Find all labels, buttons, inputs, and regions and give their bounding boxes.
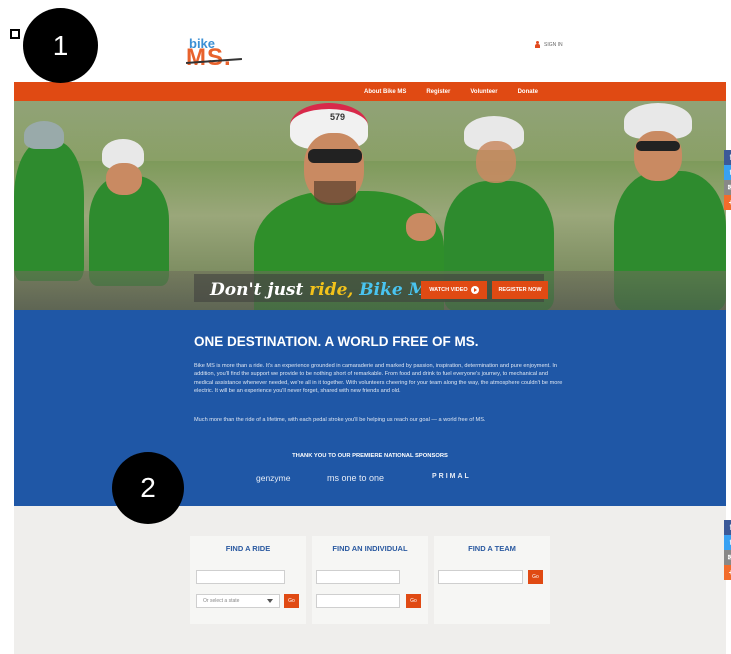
find-ride-card: FIND A RIDE Or select a state Go: [190, 536, 306, 624]
facebook-icon[interactable]: f: [724, 150, 731, 165]
sponsor-ms-one-to-one[interactable]: ms one to one: [327, 473, 384, 483]
play-icon: [470, 286, 479, 294]
mission-paragraph-1: Bike MS is more than a ride. It's an exp…: [194, 363, 563, 394]
more-share-icon[interactable]: +: [724, 195, 731, 210]
sign-in-link[interactable]: SIGN IN: [534, 41, 563, 48]
social-share-top: f t ✉ +: [724, 150, 731, 210]
main-nav: About Bike MS Register Volunteer Donate: [14, 82, 726, 101]
find-ride-zip-input[interactable]: [196, 570, 285, 584]
hero-tagline: Don't just ride, Bike MS: [210, 280, 440, 300]
watch-video-button[interactable]: WATCH VIDEO: [421, 281, 487, 299]
facebook-icon[interactable]: f: [724, 520, 731, 535]
find-individual-first-input[interactable]: [316, 570, 400, 584]
find-team-go-button[interactable]: Go: [528, 570, 543, 584]
find-individual-last-input[interactable]: [316, 594, 400, 608]
logo-ms-text: MS.: [186, 44, 232, 71]
find-individual-go-button[interactable]: Go: [406, 594, 421, 608]
bib-number: 579: [330, 112, 346, 122]
bike-ms-logo[interactable]: bike MS.: [185, 36, 266, 78]
nav-register[interactable]: Register: [426, 89, 450, 95]
mission-paragraph-2: Much more than the ride of a lifetime, w…: [194, 417, 486, 423]
find-individual-title: FIND AN INDIVIDUAL: [332, 544, 408, 553]
find-section: FIND A RIDE Or select a state Go FIND AN…: [14, 506, 726, 654]
step-marker-2: 2: [112, 452, 184, 524]
email-icon[interactable]: ✉: [724, 550, 731, 565]
find-ride-state-select[interactable]: Or select a state: [196, 594, 280, 608]
mission-heading: ONE DESTINATION. A WORLD FREE OF MS.: [194, 334, 479, 349]
sign-in-label: SIGN IN: [544, 41, 563, 48]
nav-volunteer[interactable]: Volunteer: [470, 89, 497, 95]
social-share-bottom: f t ✉ +: [724, 520, 731, 580]
find-ride-go-button[interactable]: Go: [284, 594, 299, 608]
chevron-down-icon: [267, 599, 273, 603]
sponsor-primal[interactable]: PRIMAL: [432, 473, 471, 480]
find-individual-card: FIND AN INDIVIDUAL Go: [312, 536, 428, 624]
find-team-card: FIND A TEAM Go: [434, 536, 550, 624]
small-square-icon: [10, 29, 20, 39]
step-marker-1: 1: [23, 8, 98, 83]
email-icon[interactable]: ✉: [724, 180, 731, 195]
nav-donate[interactable]: Donate: [518, 89, 538, 95]
nav-about[interactable]: About Bike MS: [364, 89, 406, 95]
twitter-icon[interactable]: t: [724, 535, 731, 550]
sponsor-genzyme[interactable]: genzyme: [256, 473, 291, 483]
find-ride-title: FIND A RIDE: [225, 544, 271, 553]
register-now-button[interactable]: REGISTER NOW: [492, 281, 548, 299]
find-team-title: FIND A TEAM: [468, 544, 516, 553]
sponsors-heading: THANK YOU TO OUR PREMIERE NATIONAL SPONS…: [292, 453, 448, 459]
person-icon: [534, 41, 541, 48]
twitter-icon[interactable]: t: [724, 165, 731, 180]
page: bike MS. SIGN IN About Bike MS Register …: [14, 0, 731, 654]
more-share-icon[interactable]: +: [724, 565, 731, 580]
find-team-input[interactable]: [438, 570, 523, 584]
